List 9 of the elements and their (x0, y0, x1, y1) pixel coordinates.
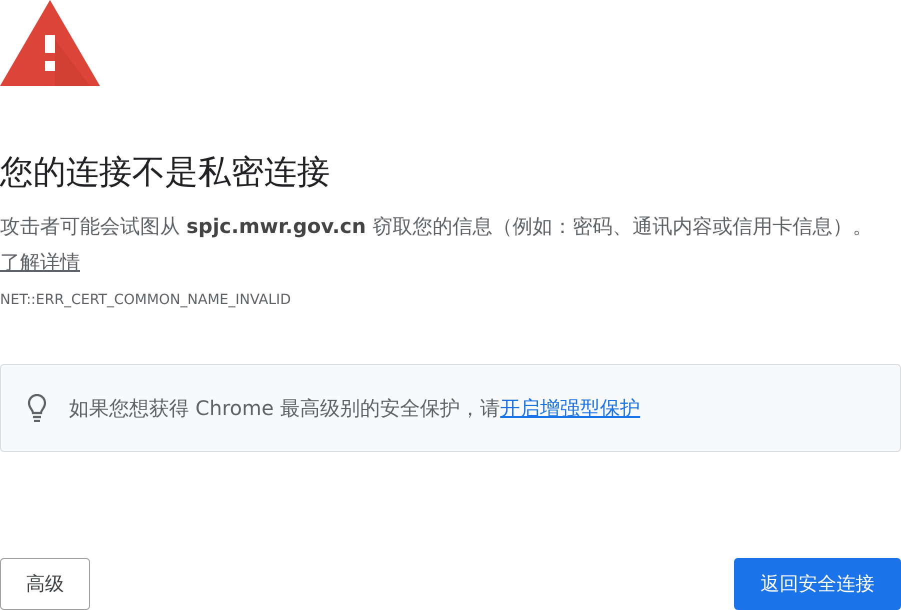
lightbulb-icon (25, 394, 49, 422)
learn-more-link[interactable]: 了解详情 (0, 250, 80, 274)
tip-text: 如果您想获得 Chrome 最高级别的安全保护，请开启增强型保护 (69, 394, 640, 422)
error-code: NET::ERR_CERT_COMMON_NAME_INVALID (0, 292, 292, 308)
warning-icon (0, 0, 100, 86)
enhanced-protection-link[interactable]: 开启增强型保护 (500, 396, 640, 420)
back-to-safety-button[interactable]: 返回安全连接 (734, 558, 901, 610)
warning-message: 攻击者可能会试图从 spjc.mwr.gov.cn 窃取您的信息（例如：密码、通讯内容或信用卡信息）。 了解详情 (0, 213, 874, 276)
advanced-button[interactable]: 高级 (0, 558, 90, 610)
